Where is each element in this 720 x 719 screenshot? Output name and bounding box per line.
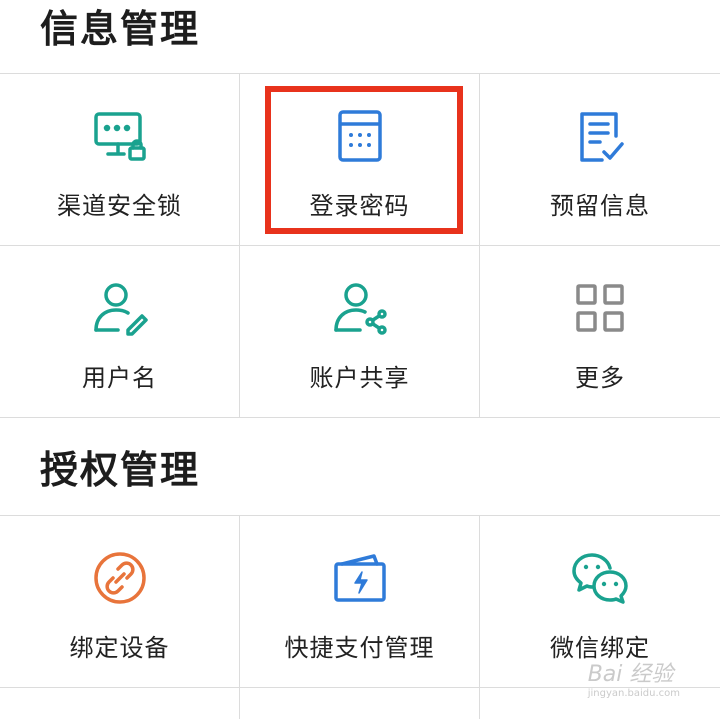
login-password-item[interactable]: 登录密码	[240, 74, 480, 246]
watermark-url: jingyan.baidu.com	[587, 688, 680, 699]
login-password-label: 登录密码	[309, 192, 410, 220]
more-item[interactable]: 更多	[480, 246, 720, 418]
keypad-icon	[332, 108, 388, 164]
monitor-lock-icon	[92, 108, 148, 164]
bind-device-label: 绑定设备	[69, 634, 170, 662]
bind-device-item[interactable]: 绑定设备	[0, 516, 240, 688]
more-label: 更多	[575, 364, 625, 392]
account-share-label: 账户共享	[309, 364, 410, 392]
section-title-info-management: 信息管理	[40, 7, 201, 51]
card-flash-icon	[332, 550, 388, 606]
reserved-info-item[interactable]: 预留信息	[480, 74, 720, 246]
account-share-item[interactable]: 账户共享	[240, 246, 480, 418]
quick-pay-management-item[interactable]: 快捷支付管理	[240, 516, 480, 688]
quick-pay-management-label: 快捷支付管理	[284, 634, 435, 662]
watermark: Bai 经验 jingyan.baidu.com	[588, 656, 680, 699]
info-management-grid: 渠道安全锁 登录密码 预留信息 用户名 账户共享 更多	[0, 73, 720, 418]
user-share-icon	[332, 280, 388, 336]
username-label: 用户名	[82, 364, 157, 392]
wechat-icon	[572, 550, 628, 606]
username-item[interactable]: 用户名	[0, 246, 240, 418]
reserved-info-label: 预留信息	[550, 192, 650, 220]
channel-security-lock-label: 渠道安全锁	[57, 192, 182, 220]
user-edit-icon	[92, 280, 148, 336]
watermark-brand: Bai 经验	[587, 662, 674, 687]
grid-icon	[572, 280, 628, 336]
section-title-authorization-management: 授权管理	[40, 448, 201, 492]
document-check-icon	[572, 108, 628, 164]
channel-security-lock-item[interactable]: 渠道安全锁	[0, 74, 240, 246]
link-icon	[92, 550, 148, 606]
